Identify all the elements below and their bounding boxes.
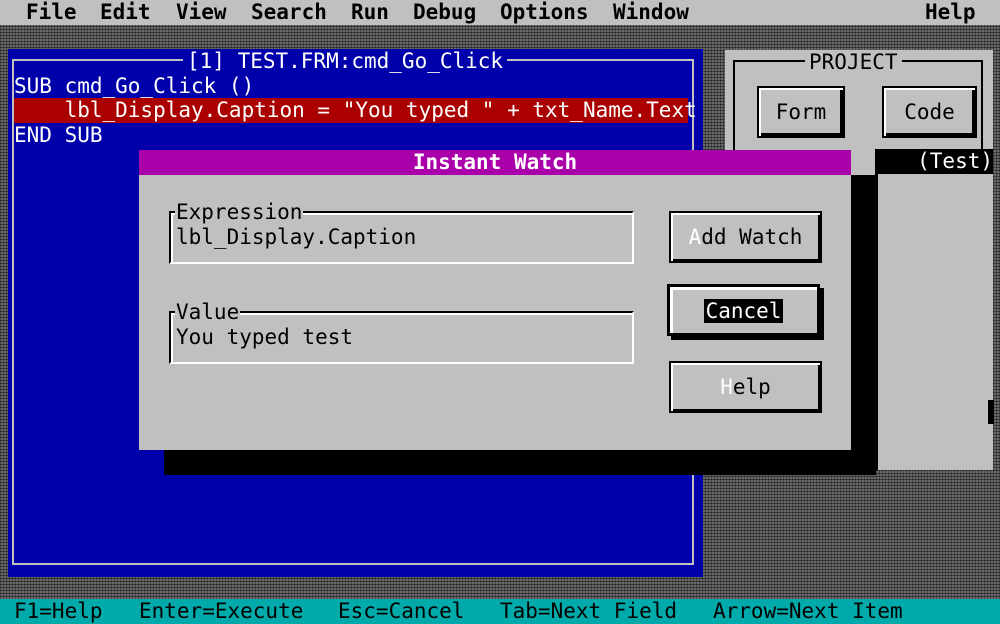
help-label: elp <box>732 375 771 399</box>
menu-window[interactable]: Window <box>613 0 689 25</box>
help-button[interactable]: Help <box>669 361 822 413</box>
menu-bar: File Edit View Search Run Debug Options … <box>0 0 1000 25</box>
menu-options[interactable]: Options <box>500 0 589 25</box>
project-list-item-test[interactable]: (Test) <box>875 149 993 174</box>
instant-watch-dialog: Instant Watch Expression lbl_Display.Cap… <box>139 150 851 450</box>
form-button[interactable]: Form <box>757 86 845 138</box>
project-window-title: PROJECT <box>805 50 902 75</box>
add-watch-hotkey: A <box>688 225 702 249</box>
status-bar: F1=Help Enter=Execute Esc=Cancel Tab=Nex… <box>0 599 1000 624</box>
value-value[interactable]: You typed test <box>176 325 353 350</box>
help-hotkey: H <box>720 375 733 399</box>
menu-view[interactable]: View <box>176 0 227 25</box>
scrollbar-thumb[interactable] <box>988 400 994 424</box>
add-watch-label: dd Watch <box>701 225 803 249</box>
expression-value[interactable]: lbl_Display.Caption <box>176 225 416 250</box>
expression-label: Expression <box>175 200 304 225</box>
cancel-label: Cancel <box>703 299 784 323</box>
status-f1-help: F1=Help <box>14 599 103 623</box>
cancel-button[interactable]: Cancel <box>667 284 820 336</box>
code-window-title[interactable]: [1] TEST.FRM:cmd_Go_Click <box>183 49 508 74</box>
code-line-3[interactable]: END SUB <box>14 123 103 148</box>
add-watch-button[interactable]: Add Watch <box>669 211 822 263</box>
code-line-1[interactable]: SUB cmd_Go_Click () <box>14 74 254 99</box>
menu-search[interactable]: Search <box>251 0 327 25</box>
status-enter-execute: Enter=Execute <box>139 599 304 623</box>
menu-file[interactable]: File <box>26 0 77 25</box>
project-list[interactable] <box>875 174 993 470</box>
code-line-2[interactable]: lbl_Display.Caption = "You typed " + txt… <box>14 98 697 123</box>
menu-edit[interactable]: Edit <box>100 0 151 25</box>
status-arrow-next-item: Arrow=Next Item <box>713 599 903 623</box>
code-button[interactable]: Code <box>882 86 977 138</box>
menu-debug[interactable]: Debug <box>413 0 476 25</box>
menu-help[interactable]: Help <box>925 0 976 25</box>
status-tab-next-field: Tab=Next Field <box>500 599 678 623</box>
value-label: Value <box>175 300 241 325</box>
menu-run[interactable]: Run <box>351 0 389 25</box>
status-esc-cancel: Esc=Cancel <box>338 599 465 623</box>
dialog-title: Instant Watch <box>139 150 851 175</box>
